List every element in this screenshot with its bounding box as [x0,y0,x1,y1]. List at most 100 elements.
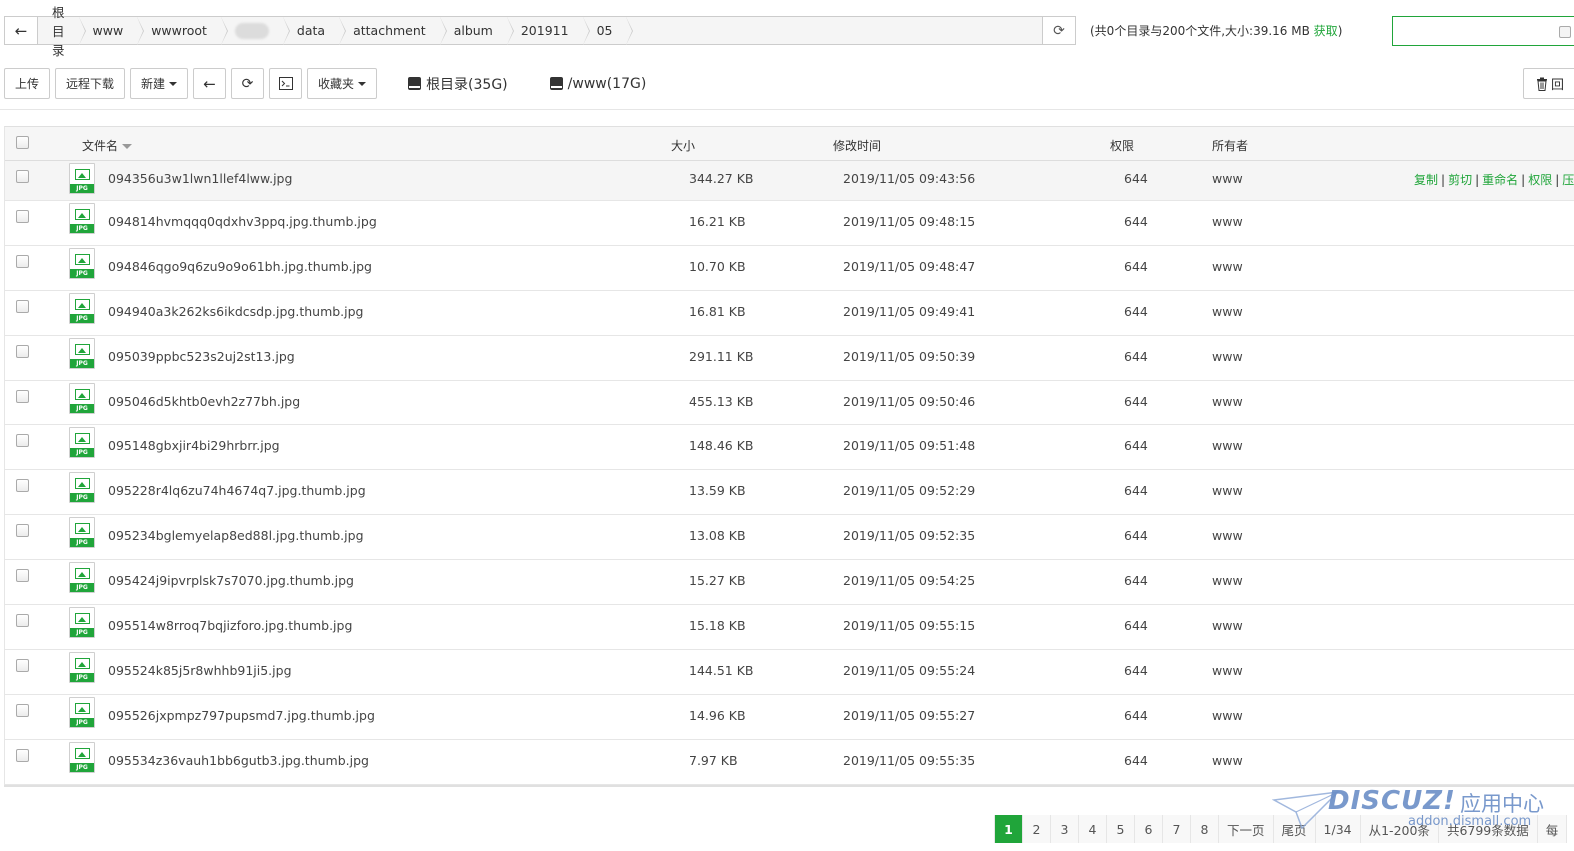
table-row[interactable]: JPG 095046d5khtb0evh2z77bh.jpg 455.13 KB 20… [5,381,1574,426]
row-checkbox[interactable] [16,479,29,493]
file-perm[interactable]: 644 [1124,753,1148,768]
row-checkbox[interactable] [16,389,29,403]
favorites-dropdown-button[interactable]: 收藏夹 [307,68,378,99]
file-perm[interactable]: 644 [1124,483,1148,498]
row-checkbox[interactable] [16,524,29,538]
page-number[interactable]: 5 [1107,815,1135,843]
new-dropdown-button[interactable]: 新建 [130,68,189,99]
breadcrumb-item[interactable]: attachment [339,17,447,45]
row-checkbox[interactable] [16,658,29,672]
fetch-size-link[interactable]: 获取 [1314,24,1338,38]
file-perm[interactable]: 644 [1124,171,1148,186]
path-input-area[interactable] [626,17,1042,44]
row-checkbox[interactable] [16,299,29,313]
table-row[interactable]: JPG 095514w8rroq7bqjizforo.jpg.thumb.jpg 1… [5,605,1574,650]
page-number[interactable]: 8 [1191,815,1219,843]
file-name[interactable]: 095228r4lq6zu74h4674q7.jpg.thumb.jpg [108,483,366,498]
header-name[interactable]: 文件名 [82,137,133,154]
file-name[interactable]: 095514w8rroq7bqjizforo.jpg.thumb.jpg [108,618,352,633]
search-input[interactable] [1392,16,1574,46]
table-row[interactable]: JPG 094846qgo9q6zu9o9o61bh.jpg.thumb.jpg 1… [5,246,1574,291]
remote-download-button[interactable]: 远程下载 [55,68,126,99]
table-row[interactable]: JPG 095534z36vauh1bb6gutb3.jpg.thumb.jpg 7… [5,740,1574,785]
table-row[interactable]: JPG 095039ppbc523s2uj2st13.jpg 291.11 KB 20… [5,336,1574,381]
next-page-button[interactable]: 下一页 [1219,815,1274,843]
file-name[interactable]: 094814hvmqqq0qdxhv3ppq.jpg.thumb.jpg [108,214,377,229]
search-checkbox[interactable] [1559,26,1571,38]
table-row[interactable]: JPG 095524k85j5r8whhb91ji5.jpg 144.51 KB 20… [5,650,1574,695]
row-checkbox[interactable] [16,748,29,762]
file-perm[interactable]: 644 [1124,618,1148,633]
page-number[interactable]: 2 [1023,815,1051,843]
breadcrumb-item[interactable]: 201911 [506,17,590,45]
file-perm[interactable]: 644 [1124,349,1148,364]
page-number[interactable]: 3 [1051,815,1079,843]
table-row[interactable]: JPG 094814hvmqqq0qdxhv3ppq.jpg.thumb.jpg 1… [5,201,1574,246]
row-action-link[interactable]: 剪切 [1448,173,1472,187]
breadcrumb-item[interactable]: album [439,17,515,45]
row-action-link[interactable]: 重命名 [1482,173,1518,187]
select-all-checkbox[interactable] [16,136,29,149]
row-checkbox[interactable] [16,254,29,268]
breadcrumb-item[interactable]: 根目录 [38,5,85,58]
refresh-button[interactable]: ⟳ [231,68,265,99]
page-number[interactable]: 1 [995,815,1023,843]
last-page-button[interactable]: 尾页 [1273,815,1316,843]
disk-www-link[interactable]: /www(17G) [549,76,646,92]
page-number[interactable]: 4 [1079,815,1107,843]
row-checkbox[interactable] [16,170,29,183]
row-action-link[interactable]: 复制 [1414,173,1438,187]
recycle-bin-button[interactable]: 回 [1523,68,1574,99]
file-name[interactable]: 095524k85j5r8whhb91ji5.jpg [108,663,292,678]
disk-root-link[interactable]: 根目录(35G) [408,74,508,94]
table-row[interactable]: JPG 095424j9ipvrplsk7s7070.jpg.thumb.jpg 1… [5,560,1574,606]
file-perm[interactable]: 644 [1124,259,1148,274]
file-name[interactable]: 095039ppbc523s2uj2st13.jpg [108,349,295,364]
row-checkbox[interactable] [16,703,29,717]
file-name[interactable]: 095534z36vauh1bb6gutb3.jpg.thumb.jpg [108,753,369,768]
table-row[interactable]: JPG 094940a3k262ks6ikdcsdp.jpg.thumb.jpg 1… [5,291,1574,336]
breadcrumb-item[interactable]: data [282,17,347,45]
file-perm[interactable]: 644 [1124,214,1148,229]
breadcrumb-item[interactable]: wwwroot [137,17,228,45]
file-name[interactable]: 094356u3w1lwn1llef4lww.jpg [108,171,292,186]
page-number[interactable]: 7 [1163,815,1191,843]
terminal-button[interactable] [269,68,303,99]
back-arrow-icon[interactable]: ← [5,17,38,44]
header-mtime[interactable]: 修改时间 [833,137,881,154]
row-checkbox[interactable] [16,344,29,358]
file-perm[interactable]: 644 [1124,304,1148,319]
file-name[interactable]: 095424j9ipvrplsk7s7070.jpg.thumb.jpg [108,573,354,588]
row-checkbox[interactable] [16,434,29,448]
file-perm[interactable]: 644 [1124,708,1148,723]
page-number[interactable]: 6 [1135,815,1163,843]
file-perm[interactable]: 644 [1124,663,1148,678]
file-perm[interactable]: 644 [1124,573,1148,588]
row-checkbox[interactable] [16,614,29,628]
table-row[interactable]: JPG 095526jxpmpz797pupsmd7.jpg.thumb.jpg 1… [5,695,1574,740]
table-row[interactable]: JPG 095234bglemyelap8ed88l.jpg.thumb.jpg 1… [5,515,1574,561]
breadcrumb-item[interactable]: www [78,17,144,45]
file-perm[interactable]: 644 [1124,438,1148,453]
file-name[interactable]: 094940a3k262ks6ikdcsdp.jpg.thumb.jpg [108,304,364,319]
file-perm[interactable]: 644 [1124,528,1148,543]
row-action-link[interactable]: 压 [1562,173,1574,187]
table-header: 文件名 大小 修改时间 权限 所有者 [5,127,1574,161]
table-row[interactable]: JPG 095148gbxjir4bi29hrbrr.jpg 148.46 KB 20… [5,425,1574,471]
file-perm[interactable]: 644 [1124,394,1148,409]
file-name[interactable]: 095526jxpmpz797pupsmd7.jpg.thumb.jpg [108,708,375,723]
refresh-icon[interactable]: ⟳ [1042,17,1075,44]
row-checkbox[interactable] [16,569,29,583]
header-size[interactable]: 大小 [671,137,695,154]
file-name[interactable]: 095234bglemyelap8ed88l.jpg.thumb.jpg [108,528,364,543]
upload-button[interactable]: 上传 [4,68,51,99]
file-name[interactable]: 095046d5khtb0evh2z77bh.jpg [108,394,300,409]
file-name[interactable]: 094846qgo9q6zu9o9o61bh.jpg.thumb.jpg [108,259,372,274]
table-row[interactable]: JPG 095228r4lq6zu74h4674q7.jpg.thumb.jpg 1… [5,470,1574,516]
row-action-link[interactable]: 权限 [1528,173,1552,187]
row-checkbox[interactable] [16,210,29,223]
file-name[interactable]: 095148gbxjir4bi29hrbrr.jpg [108,438,280,453]
breadcrumb-item[interactable] [220,17,290,45]
table-row[interactable]: JPG 094356u3w1lwn1llef4lww.jpg 344.27 KB 20… [5,161,1574,201]
back-button[interactable]: ← [193,68,227,99]
